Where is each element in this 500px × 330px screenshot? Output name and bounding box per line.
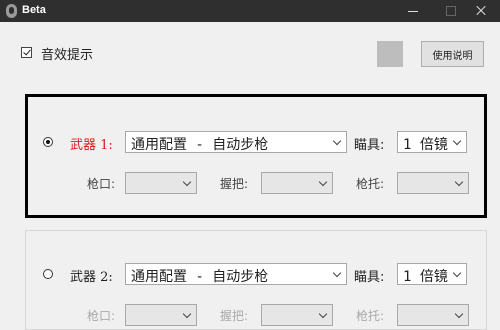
- weapon-1-grip-select[interactable]: [261, 172, 333, 194]
- minimize-button[interactable]: [394, 0, 432, 22]
- sound-checkbox[interactable]: [21, 47, 32, 58]
- chevron-down-icon: [318, 177, 328, 187]
- weapon-1-preset-select[interactable]: 通用配置 - 自动步枪: [125, 131, 347, 153]
- weapon-2-radio[interactable]: [43, 269, 53, 279]
- weapon-1-stock-label: 枪托:: [356, 177, 385, 191]
- weapon-2-label: 武器 2:: [70, 270, 113, 285]
- chevron-down-icon: [318, 309, 328, 319]
- weapon-2-preset-value: 通用配置 - 自动步枪: [131, 269, 269, 285]
- chevron-down-icon: [332, 268, 342, 278]
- chevron-down-icon: [332, 136, 342, 146]
- chevron-down-icon: [182, 177, 192, 187]
- weapon-1-grip-label: 握把:: [220, 177, 249, 191]
- help-button[interactable]: 使用说明: [421, 41, 484, 67]
- window-title: Beta: [22, 4, 46, 16]
- weapon-2-muzzle-select[interactable]: [125, 304, 197, 326]
- weapon-2-scope-value: 1 倍镜: [403, 269, 448, 285]
- sound-label: 音效提示: [41, 48, 94, 63]
- weapon-1-muzzle-select[interactable]: [125, 172, 197, 194]
- weapon-1-label: 武器 1:: [70, 138, 113, 153]
- weapon-1-panel: 武器 1: 通用配置 - 自动步枪 瞄具: 1 倍镜 枪口: 握把: 枪托:: [25, 94, 487, 218]
- weapon-1-stock-select[interactable]: [397, 172, 469, 194]
- chevron-down-icon: [182, 309, 192, 319]
- weapon-2-scope-select[interactable]: 1 倍镜: [397, 263, 467, 285]
- chevron-down-icon: [454, 177, 464, 187]
- color-swatch[interactable]: [377, 41, 403, 67]
- weapon-1-preset-value: 通用配置 - 自动步枪: [131, 137, 269, 153]
- chevron-down-icon: [452, 136, 462, 146]
- weapon-1-scope-select[interactable]: 1 倍镜: [397, 131, 467, 153]
- close-button[interactable]: [462, 0, 500, 22]
- weapon-1-muzzle-label: 枪口:: [87, 177, 116, 191]
- weapon-2-grip-label: 握把:: [220, 309, 249, 323]
- weapon-2-panel: 武器 2: 通用配置 - 自动步枪 瞄具: 1 倍镜 枪口: 握把: 枪托:: [25, 230, 487, 330]
- weapon-2-preset-select[interactable]: 通用配置 - 自动步枪: [125, 263, 347, 285]
- title-bar: Beta: [0, 0, 500, 22]
- weapon-1-scope-label: 瞄具:: [354, 138, 385, 153]
- weapon-2-stock-label: 枪托:: [356, 309, 385, 323]
- chevron-down-icon: [454, 309, 464, 319]
- weapon-2-stock-select[interactable]: [397, 304, 469, 326]
- weapon-2-grip-select[interactable]: [261, 304, 333, 326]
- app-icon: [6, 4, 17, 18]
- weapon-1-scope-value: 1 倍镜: [403, 137, 448, 153]
- weapon-2-muzzle-label: 枪口:: [87, 309, 116, 323]
- weapon-2-scope-label: 瞄具:: [354, 270, 385, 285]
- chevron-down-icon: [452, 268, 462, 278]
- weapon-1-radio[interactable]: [43, 137, 53, 147]
